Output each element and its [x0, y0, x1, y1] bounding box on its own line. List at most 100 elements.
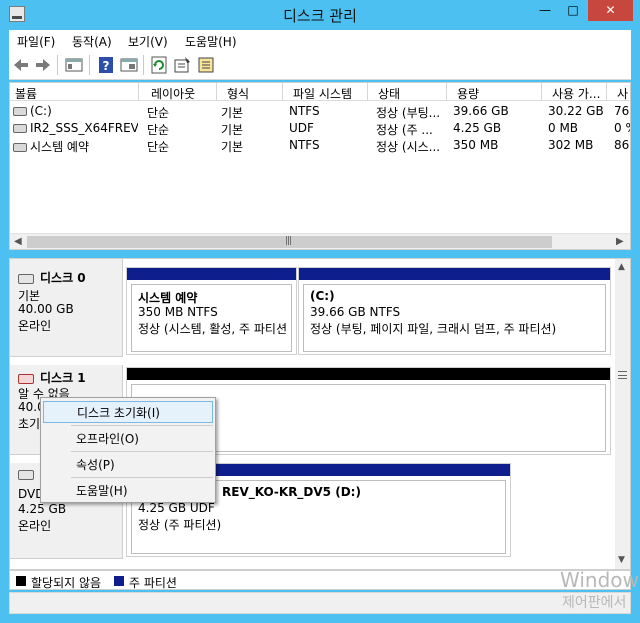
partition-name: (C:)	[310, 289, 335, 303]
disk-status: 온라인	[18, 319, 52, 333]
partition-status: 정상 (부팅, 페이지 파일, 크래시 덤프, 주 파티션)	[310, 322, 557, 336]
disk-0-label[interactable]: 디스크 0 기본 40.00 GB 온라인	[10, 259, 123, 357]
refresh-icon[interactable]	[150, 56, 168, 74]
volume-icon	[13, 107, 27, 116]
minimize-button[interactable]: —	[532, 0, 558, 21]
disk-status: 초기	[18, 417, 41, 431]
partition-c[interactable]: (C:) 39.66 GB NTFS 정상 (부팅, 페이지 파일, 크래시 덤…	[298, 267, 611, 355]
menu-separator	[71, 425, 213, 426]
volume-filesystem: NTFS	[289, 138, 320, 152]
partition-name: 시스템 예약	[138, 291, 198, 305]
close-button[interactable]: ✕	[588, 0, 633, 21]
legend-primary-swatch	[114, 576, 124, 586]
offline-menu-item[interactable]: 오프라인(O)	[43, 427, 213, 449]
menu-bar: 파일(F) 동작(A) 보기(V) 도움말(H)	[9, 30, 631, 50]
toolbar-separator	[89, 55, 90, 75]
primary-partition-bar	[299, 268, 610, 280]
volume-free-percent: 0 %	[614, 121, 630, 135]
volume-row[interactable]: (C:) 단순 기본 NTFS 정상 (부팅... 39.66 GB 30.22…	[10, 103, 630, 120]
menu-separator	[71, 477, 213, 478]
column-divider[interactable]	[138, 83, 139, 101]
column-type[interactable]: 형식	[227, 85, 277, 102]
toolbar: ?	[9, 50, 631, 80]
partition-system-reserved[interactable]: 시스템 예약 350 MB NTFS 정상 (시스템, 활성, 주 파티션	[126, 267, 297, 355]
back-icon[interactable]	[12, 56, 30, 74]
scroll-left-icon[interactable]: ◀	[14, 236, 22, 247]
scroll-down-icon[interactable]: ▼	[618, 555, 625, 565]
scroll-grip-icon[interactable]	[618, 371, 627, 379]
volume-status: 정상 (시스...	[376, 140, 441, 154]
scroll-grip-icon: |||	[285, 236, 292, 246]
horizontal-scrollbar[interactable]: ◀ ||| ▶	[10, 233, 630, 249]
legend-unallocated-swatch	[16, 576, 26, 586]
maximize-button[interactable]: □	[560, 0, 586, 21]
properties-menu-item[interactable]: 속성(P)	[43, 453, 213, 475]
legend-bar: 할당되지 않음 주 파티션	[9, 570, 631, 590]
column-divider[interactable]	[606, 83, 607, 101]
column-status[interactable]: 상태	[378, 85, 448, 102]
volume-row[interactable]: 시스템 예약 단순 기본 NTFS 정상 (시스... 350 MB 302 M…	[10, 137, 630, 154]
settings-icon[interactable]	[173, 56, 191, 74]
scroll-right-icon[interactable]: ▶	[616, 236, 624, 247]
menu-action[interactable]: 동작(A)	[72, 33, 112, 50]
menu-separator	[71, 451, 213, 452]
column-divider[interactable]	[541, 83, 542, 101]
volume-list-header: 볼륨 레이아웃 형식 파일 시스템 상태 용량 사용 가... 사	[10, 83, 630, 101]
volume-row[interactable]: IR2_SSS_X64FREV... 단순 기본 UDF 정상 (주 ... 4…	[10, 120, 630, 137]
volume-name: (C:)	[30, 104, 52, 118]
column-divider[interactable]	[446, 83, 447, 101]
scroll-thumb[interactable]: |||	[27, 236, 552, 248]
partition-size: 39.66 GB NTFS	[310, 305, 401, 319]
column-divider[interactable]	[367, 83, 368, 101]
disk-name: 디스크 0	[40, 271, 86, 285]
volume-capacity: 4.25 GB	[453, 121, 502, 135]
menu-help[interactable]: 도움말(H)	[185, 33, 237, 50]
column-capacity[interactable]: 용량	[457, 85, 537, 102]
column-volume[interactable]: 볼륨	[15, 85, 135, 102]
properties-icon[interactable]	[120, 56, 138, 74]
column-free-percent[interactable]: 사	[617, 85, 631, 102]
volume-filesystem: UDF	[289, 121, 314, 135]
volume-free-percent: 76	[614, 104, 630, 118]
disk-icon	[18, 273, 34, 284]
activation-watermark-subtext: 제어판에서	[562, 595, 627, 611]
partition-status: 정상 (시스템, 활성, 주 파티션	[138, 322, 288, 336]
volume-capacity: 350 MB	[453, 138, 499, 152]
vertical-scrollbar[interactable]: ▲ ▼	[615, 259, 630, 569]
help-menu-item[interactable]: 도움말(H)	[43, 479, 213, 501]
column-layout[interactable]: 레이아웃	[151, 85, 211, 102]
volume-icon	[13, 143, 27, 152]
volume-capacity: 39.66 GB	[453, 104, 509, 118]
legend-unallocated-label: 할당되지 않음	[31, 576, 102, 590]
help-icon[interactable]: ?	[97, 56, 115, 74]
volume-layout: 단순	[147, 106, 170, 120]
volume-list: 볼륨 레이아웃 형식 파일 시스템 상태 용량 사용 가... 사 (C:) 단…	[9, 82, 631, 250]
console-tree-icon[interactable]	[65, 56, 83, 74]
volume-layout: 단순	[147, 123, 170, 137]
disk-status: 온라인	[18, 519, 52, 533]
volume-filesystem: NTFS	[289, 104, 320, 118]
column-filesystem[interactable]: 파일 시스템	[293, 85, 373, 102]
rescan-icon[interactable]	[197, 56, 215, 74]
menu-view[interactable]: 보기(V)	[128, 33, 168, 50]
partition-name: REV_KO-KR_DV5 (D:)	[222, 485, 361, 499]
volume-type: 기본	[221, 123, 244, 137]
column-divider[interactable]	[216, 83, 217, 101]
legend-primary-label: 주 파티션	[129, 576, 177, 590]
disk-name: 디스크 1	[40, 371, 86, 385]
dvd-volume-icon	[13, 124, 27, 133]
volume-type: 기본	[221, 140, 244, 154]
column-free-space[interactable]: 사용 가...	[552, 85, 607, 102]
forward-icon[interactable]	[34, 56, 52, 74]
primary-partition-bar	[127, 268, 296, 280]
activation-watermark: Window	[560, 568, 639, 592]
volume-name: IR2_SSS_X64FREV...	[30, 121, 138, 135]
initialize-disk-menu-item[interactable]: 디스크 초기화(I)	[43, 401, 213, 423]
svg-text:?: ?	[103, 59, 110, 73]
scroll-up-icon[interactable]: ▲	[618, 262, 625, 272]
volume-name: 시스템 예약	[30, 140, 90, 154]
menu-file[interactable]: 파일(F)	[17, 33, 55, 50]
volume-free-percent: 86	[614, 138, 630, 152]
dvd-drive-icon	[18, 469, 34, 480]
column-divider[interactable]	[282, 83, 283, 101]
